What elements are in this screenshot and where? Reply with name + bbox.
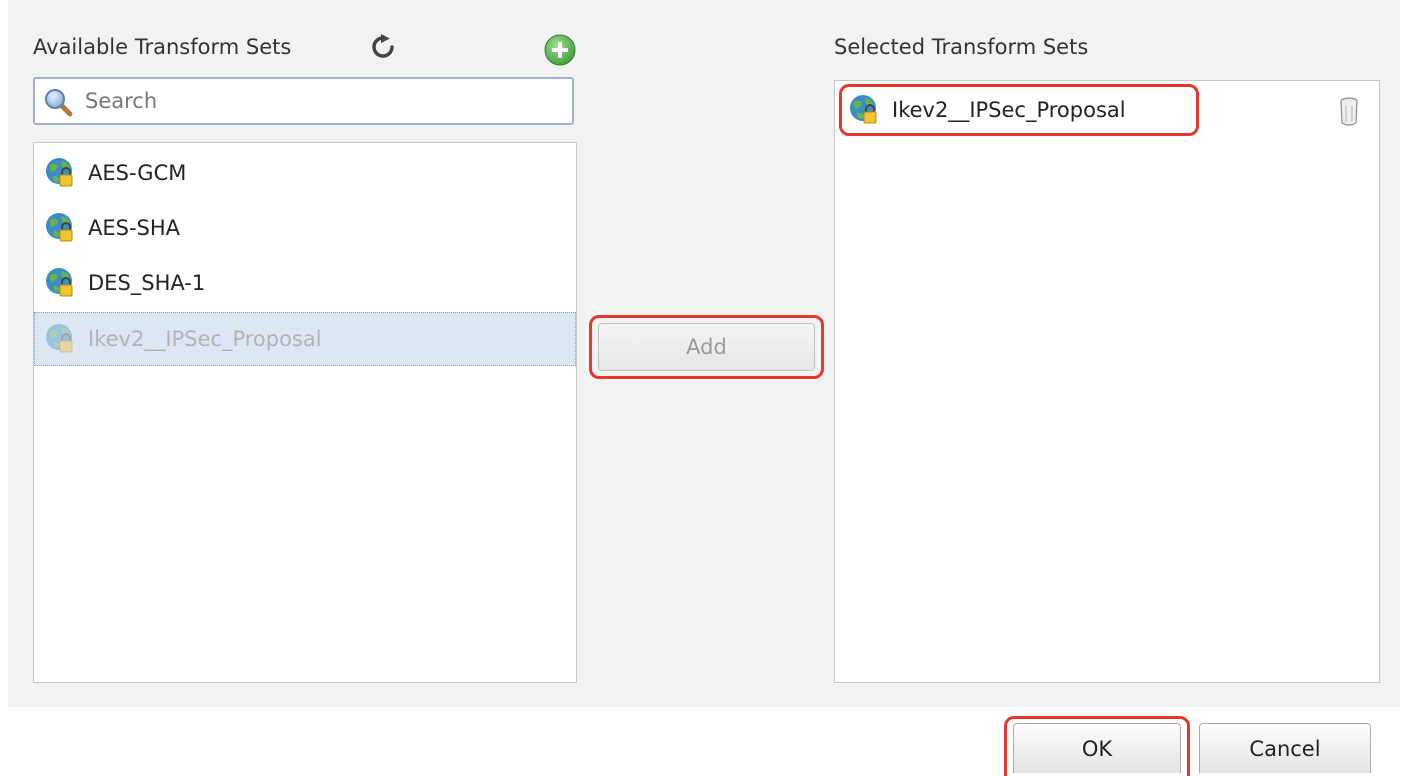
selected-item-ikev2-ipsec-proposal[interactable]: Ikev2__IPSec_Proposal bbox=[842, 84, 1126, 136]
list-item-label: AES-GCM bbox=[88, 161, 187, 185]
search-input[interactable] bbox=[85, 79, 555, 123]
selected-item-label: Ikev2__IPSec_Proposal bbox=[892, 98, 1126, 122]
list-item-aes-sha[interactable]: AES-SHA bbox=[34, 201, 576, 255]
list-item-ikev2-ipsec-proposal: Ikev2__IPSec_Proposal bbox=[34, 312, 576, 366]
list-item-label: AES-SHA bbox=[88, 216, 181, 240]
vpn-globe-lock-icon bbox=[46, 324, 73, 353]
add-button[interactable]: Add bbox=[598, 323, 815, 371]
available-transform-sets-title: Available Transform Sets bbox=[33, 35, 292, 59]
vpn-globe-lock-icon bbox=[46, 158, 73, 187]
vpn-globe-lock-icon bbox=[46, 268, 73, 297]
refresh-icon[interactable] bbox=[370, 34, 396, 60]
list-item-label: Ikev2__IPSec_Proposal bbox=[88, 327, 322, 351]
list-item-label: DES_SHA-1 bbox=[88, 271, 206, 295]
search-box bbox=[33, 77, 574, 125]
vpn-globe-lock-icon bbox=[46, 213, 73, 242]
vpn-globe-lock-icon bbox=[850, 95, 877, 124]
list-item-aes-gcm[interactable]: AES-GCM bbox=[34, 146, 576, 200]
trash-icon[interactable] bbox=[1339, 97, 1359, 127]
available-transform-sets-list: AES-GCM AES-SHA DES_SHA-1 Ikev2__IPSec_P… bbox=[33, 142, 577, 683]
ok-button[interactable]: OK bbox=[1013, 723, 1181, 773]
search-icon bbox=[45, 89, 73, 117]
add-circle-icon[interactable] bbox=[544, 34, 576, 66]
list-item-des-sha-1[interactable]: DES_SHA-1 bbox=[34, 256, 576, 310]
selected-transform-sets-list bbox=[834, 80, 1380, 683]
selected-transform-sets-title: Selected Transform Sets bbox=[834, 35, 1089, 59]
cancel-button[interactable]: Cancel bbox=[1199, 723, 1371, 773]
